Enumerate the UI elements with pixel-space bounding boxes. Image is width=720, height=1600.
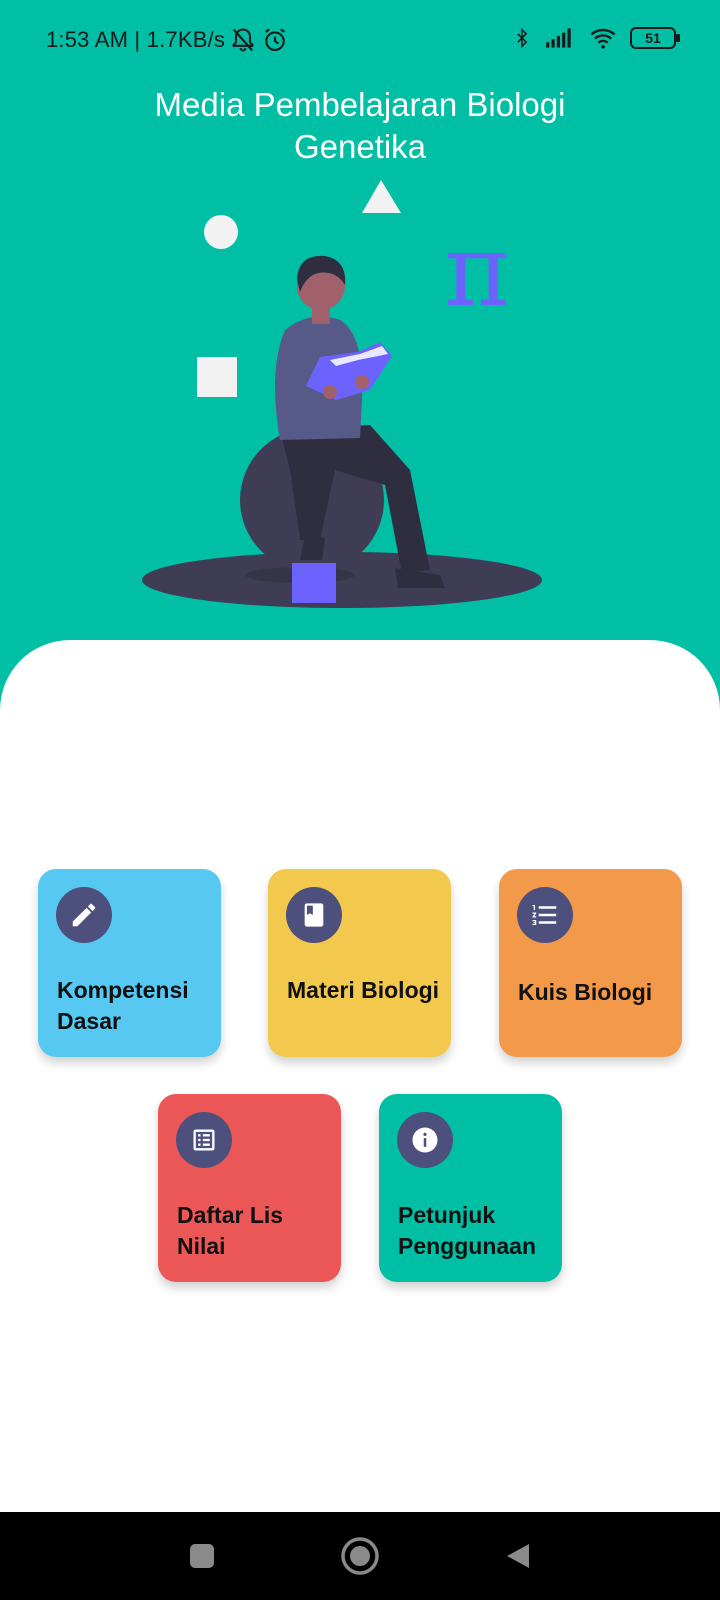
numbered-list-icon [532,905,557,925]
recent-apps-button[interactable] [178,1532,226,1580]
pi-symbol: π [444,212,510,329]
bluetooth-icon [517,27,528,49]
book-icon [304,903,324,927]
bell-off-icon [232,28,254,52]
menu-card-kompetensi-dasar[interactable]: Kompetensi Dasar [38,869,221,1057]
status-time-speed: 1:53 AM | 1.7KB/s [46,27,226,52]
person-reading-book-illustration: π [142,180,542,608]
app-header: 1:53 AM | 1.7KB/s 51 Media Pembelajaran … [0,0,720,720]
page-title: Media Pembelajaran Biologi Genetika [0,84,720,168]
back-triangle-icon [507,1544,529,1568]
menu-card-label: Kompetensi Dasar [57,977,189,1034]
pencil-icon [72,903,96,927]
triangle-shape [362,180,401,213]
wifi-icon [590,28,616,49]
back-button[interactable] [494,1532,542,1580]
menu-card-daftar-lis-nilai[interactable]: Daftar Lis Nilai [158,1094,341,1282]
title-line-1: Media Pembelajaran Biologi [154,86,566,123]
menu-card-label: Petunjuk Penggunaan [398,1202,537,1259]
menu-card-kuis-biologi[interactable]: Kuis Biologi [499,869,682,1057]
info-icon [412,1127,438,1153]
menu-card-label: Daftar Lis Nilai [177,1202,284,1259]
title-line-2: Genetika [293,128,427,165]
circle-shape [204,215,238,249]
battery-level: 51 [645,30,661,46]
navigation-bar [0,1512,720,1600]
list-document-icon [193,1129,215,1151]
square-icon [190,1544,214,1568]
menu-sheet [0,640,720,1520]
menu-card-materi-biologi[interactable]: Materi Biologi [268,869,451,1057]
battery-icon: 51 [630,27,680,49]
status-bar: 1:53 AM | 1.7KB/s 51 [0,0,720,80]
menu-card-petunjuk-penggunaan[interactable]: Petunjuk Penggunaan [379,1094,562,1282]
signal-icon [546,28,571,48]
square-shape [197,357,237,397]
home-circle-icon [341,1537,379,1575]
home-button[interactable] [336,1532,384,1580]
alarm-icon [265,28,286,51]
menu-card-label: Kuis Biologi [518,979,653,1005]
menu-card-label: Materi Biologi [287,977,440,1003]
